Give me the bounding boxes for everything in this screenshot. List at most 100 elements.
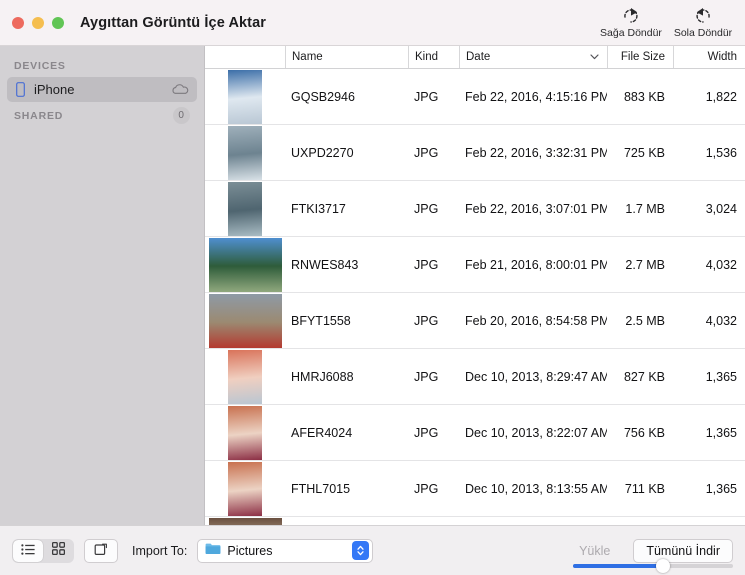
- column-header-file-size[interactable]: File Size: [607, 46, 673, 68]
- row-width-cell: 1,365: [705, 481, 737, 496]
- thumbnail-image[interactable]: [228, 349, 262, 404]
- table-row[interactable]: FTHL7015 JPG Dec 10, 2013, 8:13:55 AM 711 K…: [205, 461, 745, 517]
- window-title: Aygıttan Görüntü İçe Aktar: [80, 14, 267, 31]
- thumbnail-image[interactable]: [208, 293, 282, 348]
- folder-icon: [205, 542, 221, 560]
- row-thumbnail-cell: [205, 405, 285, 461]
- row-thumbnail-cell: [205, 293, 285, 349]
- row-date-cell: Feb 22, 2016, 3:07:01 PM: [465, 201, 607, 216]
- rotate-left-icon: [693, 5, 713, 25]
- row-date-cell: Feb 22, 2016, 4:15:16 PM: [465, 89, 607, 104]
- zoom-slider-fill: [573, 564, 663, 568]
- row-kind-cell: JPG: [414, 257, 439, 272]
- row-kind-cell: JPG: [414, 313, 439, 328]
- window-body: DEVICES iPhone SHARED 0 Name Kind Date F…: [0, 46, 745, 525]
- thumbnail-image[interactable]: [228, 69, 262, 124]
- chevron-down-icon: [590, 54, 599, 60]
- row-size-cell: 711 KB: [624, 481, 665, 496]
- list-view-button[interactable]: [13, 539, 43, 562]
- row-thumbnail-cell: [205, 461, 285, 517]
- row-width-cell: 1,822: [705, 89, 737, 104]
- row-name-cell: RNWES843: [291, 257, 359, 272]
- row-width-cell: 1,536: [705, 145, 737, 160]
- row-name-cell: BFYT1558: [291, 313, 351, 328]
- rotate-right-label: Sağa Döndür: [600, 27, 662, 39]
- thumbnail-image[interactable]: [228, 461, 262, 516]
- grid-view-button[interactable]: [43, 540, 73, 562]
- row-thumbnail-cell: [205, 237, 285, 293]
- minimize-button[interactable]: [32, 16, 44, 29]
- row-date-cell: Feb 20, 2016, 8:54:58 PM: [465, 313, 607, 328]
- row-name-cell: FTHL7015: [291, 481, 351, 496]
- thumbnail-image[interactable]: [228, 405, 262, 460]
- cloud-icon[interactable]: [172, 84, 189, 95]
- row-name-cell: UXPD2270: [291, 145, 354, 160]
- rotate-left-label: Sola Döndür: [673, 27, 733, 39]
- row-thumbnail-cell: [205, 125, 285, 181]
- row-width-cell: 4,032: [705, 313, 737, 328]
- import-to-label: Import To:: [132, 543, 188, 558]
- sidebar-section-shared: SHARED 0: [0, 103, 204, 128]
- column-header-kind[interactable]: Kind: [408, 46, 459, 68]
- table-row[interactable]: FTKI3717 JPG Feb 22, 2016, 3:07:01 PM 1.7 M…: [205, 181, 745, 237]
- row-size-cell: 2.5 MB: [625, 313, 665, 328]
- sidebar-item-iphone-label: iPhone: [34, 82, 75, 97]
- rotate-button[interactable]: [84, 538, 118, 563]
- view-mode-segmented-control: [12, 538, 74, 563]
- row-width-cell: 1,365: [705, 425, 737, 440]
- column-header-name[interactable]: Name: [285, 46, 408, 68]
- table-row[interactable]: RNWES843 JPG Feb 21, 2016, 8:00:01 PM 2.7 M…: [205, 237, 745, 293]
- zoom-slider[interactable]: [573, 559, 733, 573]
- table-row[interactable]: AFER4024 JPG Dec 10, 2013, 8:22:07 AM 756 K…: [205, 405, 745, 461]
- column-header-thumbnail[interactable]: [205, 46, 285, 68]
- traffic-lights: [0, 16, 64, 29]
- bottom-toolbar: Import To: Pictures Yükle Tümünü İndir: [0, 525, 745, 575]
- row-thumbnail-cell: [205, 181, 285, 237]
- column-header-width[interactable]: Width: [673, 46, 745, 68]
- row-size-cell: 827 KB: [623, 369, 665, 384]
- row-date-cell: Dec 10, 2013, 8:29:47 AM: [465, 369, 607, 384]
- import-destination-value: Pictures: [227, 543, 273, 558]
- row-thumbnail-cell: [205, 517, 285, 525]
- row-date-cell: Feb 22, 2016, 3:32:31 PM: [465, 145, 607, 160]
- list-view-icon: [21, 542, 35, 560]
- rotate-right-button[interactable]: Sağa Döndür: [595, 0, 667, 44]
- column-header-name-label: Name: [292, 51, 323, 63]
- thumbnail-image[interactable]: [228, 125, 262, 180]
- row-name-cell: AFER4024: [291, 425, 353, 440]
- row-size-cell: 1.7 MB: [625, 201, 665, 216]
- column-header-file-size-label: File Size: [620, 51, 665, 63]
- row-date-cell: Feb 21, 2016, 8:00:01 PM: [465, 257, 607, 272]
- row-kind-cell: JPG: [414, 481, 439, 496]
- chevron-updown-icon: [352, 541, 370, 560]
- row-kind-cell: JPG: [414, 89, 439, 104]
- sidebar-item-iphone[interactable]: iPhone: [7, 77, 197, 102]
- close-button[interactable]: [12, 16, 24, 29]
- table-row[interactable]: UXPD2270 JPG Feb 22, 2016, 3:32:31 PM 725 K…: [205, 125, 745, 181]
- table-row[interactable]: GQSB2946 JPG Feb 22, 2016, 4:15:16 PM 883 K…: [205, 69, 745, 125]
- file-list[interactable]: GQSB2946 JPG Feb 22, 2016, 4:15:16 PM 883 K…: [205, 69, 745, 525]
- table-row[interactable]: HMRJ6088 JPG Dec 10, 2013, 8:29:47 AM 827 K…: [205, 349, 745, 405]
- rotate-icon: [94, 541, 109, 561]
- thumbnail-image[interactable]: [228, 181, 262, 236]
- zoom-slider-knob[interactable]: [655, 559, 670, 573]
- sidebar-section-devices-label: DEVICES: [14, 60, 66, 72]
- import-destination-dropdown[interactable]: Pictures: [197, 538, 374, 563]
- thumbnail-image[interactable]: [208, 517, 282, 525]
- file-list-panel: Name Kind Date File Size Width GQSB2946 …: [205, 46, 745, 525]
- column-headers: Name Kind Date File Size Width: [205, 46, 745, 69]
- toolbar: Sağa Döndür Sola Döndür: [595, 0, 739, 46]
- rotate-left-button[interactable]: Sola Döndür: [667, 0, 739, 44]
- row-size-cell: 883 KB: [623, 89, 665, 104]
- thumbnail-image[interactable]: [208, 237, 282, 292]
- table-row[interactable]: BFYT1558 JPG Feb 20, 2016, 8:54:58 PM 2.5 M…: [205, 293, 745, 349]
- row-kind-cell: JPG: [414, 425, 439, 440]
- column-header-date-label: Date: [466, 51, 491, 63]
- maximize-button[interactable]: [52, 16, 64, 29]
- column-header-date[interactable]: Date: [459, 46, 607, 68]
- row-kind-cell: JPG: [414, 369, 439, 384]
- grid-view-icon: [51, 541, 65, 560]
- row-width-cell: 4,032: [705, 257, 737, 272]
- table-row[interactable]: [205, 517, 745, 525]
- sidebar-section-shared-label: SHARED: [14, 109, 64, 122]
